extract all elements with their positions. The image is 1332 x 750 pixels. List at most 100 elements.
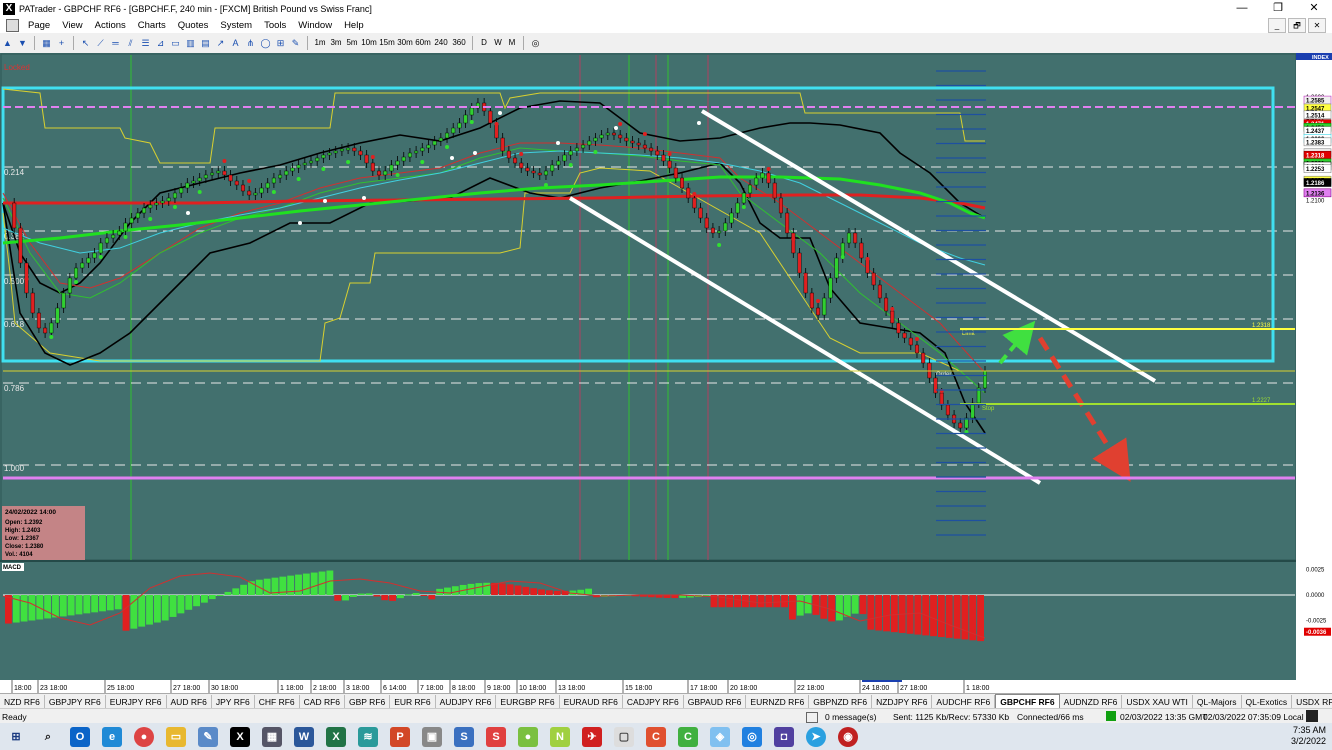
excel-icon[interactable]: X (326, 726, 346, 747)
app-icon-green-c[interactable]: C (678, 726, 698, 747)
tf-3m[interactable]: 3m (329, 36, 343, 50)
app-icon-blue-s[interactable]: S (454, 726, 474, 747)
tf-10m[interactable]: 10m (361, 36, 377, 50)
fib-tool-icon[interactable]: ☰ (139, 37, 152, 50)
menu-page[interactable]: Page (22, 20, 56, 31)
text-tool-icon[interactable]: A (229, 37, 242, 50)
powerpoint-icon[interactable]: P (390, 726, 410, 747)
period-week[interactable]: W (492, 36, 504, 50)
symbol-tab[interactable]: EURAUD RF6 (560, 694, 623, 709)
symbol-tab[interactable]: CAD RF6 (300, 694, 346, 709)
menu-system[interactable]: System (214, 20, 258, 31)
symbol-tab[interactable]: AUDNZD RF6 (1060, 694, 1123, 709)
pen-tool-icon[interactable]: ✎ (289, 37, 302, 50)
pitchfork-icon[interactable]: ⋔ (244, 37, 257, 50)
calculator-icon[interactable]: ▦ (262, 726, 282, 747)
symbol-tab[interactable]: CHF RF6 (255, 694, 300, 709)
rect-tool-icon[interactable]: ▭ (169, 37, 182, 50)
period-day[interactable]: D (478, 36, 490, 50)
edge-icon[interactable]: e (102, 726, 122, 747)
symbol-tab[interactable]: QL-Exotics (1242, 694, 1293, 709)
app-icon-bird[interactable]: ✈ (582, 726, 602, 747)
symbol-tab[interactable]: EURGBP RF6 (496, 694, 560, 709)
symbol-tab[interactable]: NZDJPY RF6 (872, 694, 933, 709)
symbol-tab[interactable]: USDX XAU WTI (1122, 694, 1193, 709)
menu-window[interactable]: Window (292, 20, 338, 31)
symbol-tab[interactable]: GBPAUD RF6 (684, 694, 747, 709)
menu-view[interactable]: View (56, 20, 88, 31)
chrome-icon[interactable]: ● (134, 726, 154, 747)
maximize-button[interactable]: ❐ (1260, 0, 1296, 17)
symbol-tab[interactable]: AUD RF6 (167, 694, 212, 709)
symbol-tab[interactable]: GBP RF6 (345, 694, 391, 709)
app-icon-teal[interactable]: ≋ (358, 726, 378, 747)
ellipse-tool-icon[interactable]: ◯ (259, 37, 272, 50)
measure-tool-icon[interactable]: ⊞ (274, 37, 287, 50)
chart-area[interactable]: Locked 0.214 0.382 0.500 0.618 0.786 1.0… (0, 53, 1332, 693)
mdi-minimize-button[interactable]: _ (1268, 18, 1286, 33)
app-icon-green[interactable]: ● (518, 726, 538, 747)
patrader-icon[interactable]: X (230, 726, 250, 747)
app-icon-box[interactable]: ▢ (614, 726, 634, 747)
tf-5m[interactable]: 5m (345, 36, 359, 50)
target-icon[interactable]: ◎ (529, 37, 542, 50)
app-icon-gray[interactable]: ▣ (422, 726, 442, 747)
hline-tool-icon[interactable]: ═ (109, 37, 122, 50)
channel-tool-icon[interactable]: ⫽ (124, 37, 137, 50)
symbol-tab[interactable]: NZD RF6 (0, 694, 45, 709)
symbol-tab[interactable]: AUDJPY RF6 (436, 694, 497, 709)
search-icon[interactable]: ⌕ (38, 727, 58, 747)
symbol-tab[interactable]: JPY RF6 (212, 694, 255, 709)
start-icon[interactable]: ⊞ (6, 727, 26, 747)
arrow-tool-icon[interactable]: ↗ (214, 37, 227, 50)
crosshair-icon[interactable]: + (55, 37, 68, 50)
bars-up-icon[interactable]: ▲ (1, 37, 14, 50)
menu-charts[interactable]: Charts (132, 20, 172, 31)
projection-arrow-up[interactable] (998, 320, 1036, 365)
app-icon-globe[interactable]: ◎ (742, 726, 762, 747)
app-icon-lightblue[interactable]: ◈ (710, 726, 730, 747)
symbol-tab[interactable]: EURNZD RF6 (746, 694, 810, 709)
symbol-tab[interactable]: EUR RF6 (390, 694, 436, 709)
line-tool-icon[interactable]: ⟋ (94, 37, 107, 50)
word-icon[interactable]: W (294, 726, 314, 747)
tf-15m[interactable]: 15m (379, 36, 395, 50)
notepad-icon[interactable]: ✎ (198, 726, 218, 747)
close-button[interactable]: ✕ (1296, 0, 1332, 17)
tf-240[interactable]: 240 (433, 36, 449, 50)
minimize-button[interactable]: — (1224, 0, 1260, 17)
symbol-tab[interactable]: EURJPY RF6 (106, 694, 167, 709)
tf-360[interactable]: 360 (451, 36, 467, 50)
app-icon-red-round[interactable]: ◉ (838, 726, 858, 747)
period-month[interactable]: M (506, 36, 518, 50)
gann-tool-icon[interactable]: ▤ (199, 37, 212, 50)
tf-60m[interactable]: 60m (415, 36, 431, 50)
message-icon[interactable] (806, 712, 818, 723)
grid-tool-icon[interactable]: ▥ (184, 37, 197, 50)
tf-1m[interactable]: 1m (313, 36, 327, 50)
symbol-tab[interactable]: USDX RF6 (1292, 695, 1332, 709)
system-tray-clock[interactable]: 7:35 AM 3/2/2022 (1291, 725, 1326, 747)
menu-quotes[interactable]: Quotes (172, 20, 215, 31)
telegram-icon[interactable]: ➤ (806, 726, 826, 747)
chart-icon[interactable]: ▦ (40, 37, 53, 50)
tf-30m[interactable]: 30m (397, 36, 413, 50)
fib-fan-icon[interactable]: ⊿ (154, 37, 167, 50)
symbol-tab[interactable]: QL-Majors (1193, 694, 1242, 709)
app-icon-red-s[interactable]: S (486, 726, 506, 747)
bars-down-icon[interactable]: ▼ (16, 37, 29, 50)
outlook-icon[interactable]: O (70, 726, 90, 747)
projection-arrow-down[interactable] (1037, 336, 1131, 482)
price-chart[interactable]: Locked 0.214 0.382 0.500 0.618 0.786 1.0… (0, 53, 1332, 693)
symbol-tab[interactable]: AUDCHF RF6 (932, 694, 996, 709)
status-messages[interactable]: 0 message(s) (825, 712, 877, 722)
app-icon-purple[interactable]: ◘ (774, 726, 794, 747)
channel-lower-line[interactable] (568, 196, 1042, 485)
mdi-restore-button[interactable]: 🗗 (1288, 18, 1306, 33)
mdi-close-button[interactable]: ✕ (1308, 18, 1326, 33)
menu-tools[interactable]: Tools (258, 20, 292, 31)
menu-actions[interactable]: Actions (89, 20, 132, 31)
file-explorer-icon[interactable]: ▭ (166, 726, 186, 747)
symbol-tab[interactable]: GBPNZD RF6 (809, 694, 873, 709)
app-icon-orange[interactable]: C (646, 726, 666, 747)
